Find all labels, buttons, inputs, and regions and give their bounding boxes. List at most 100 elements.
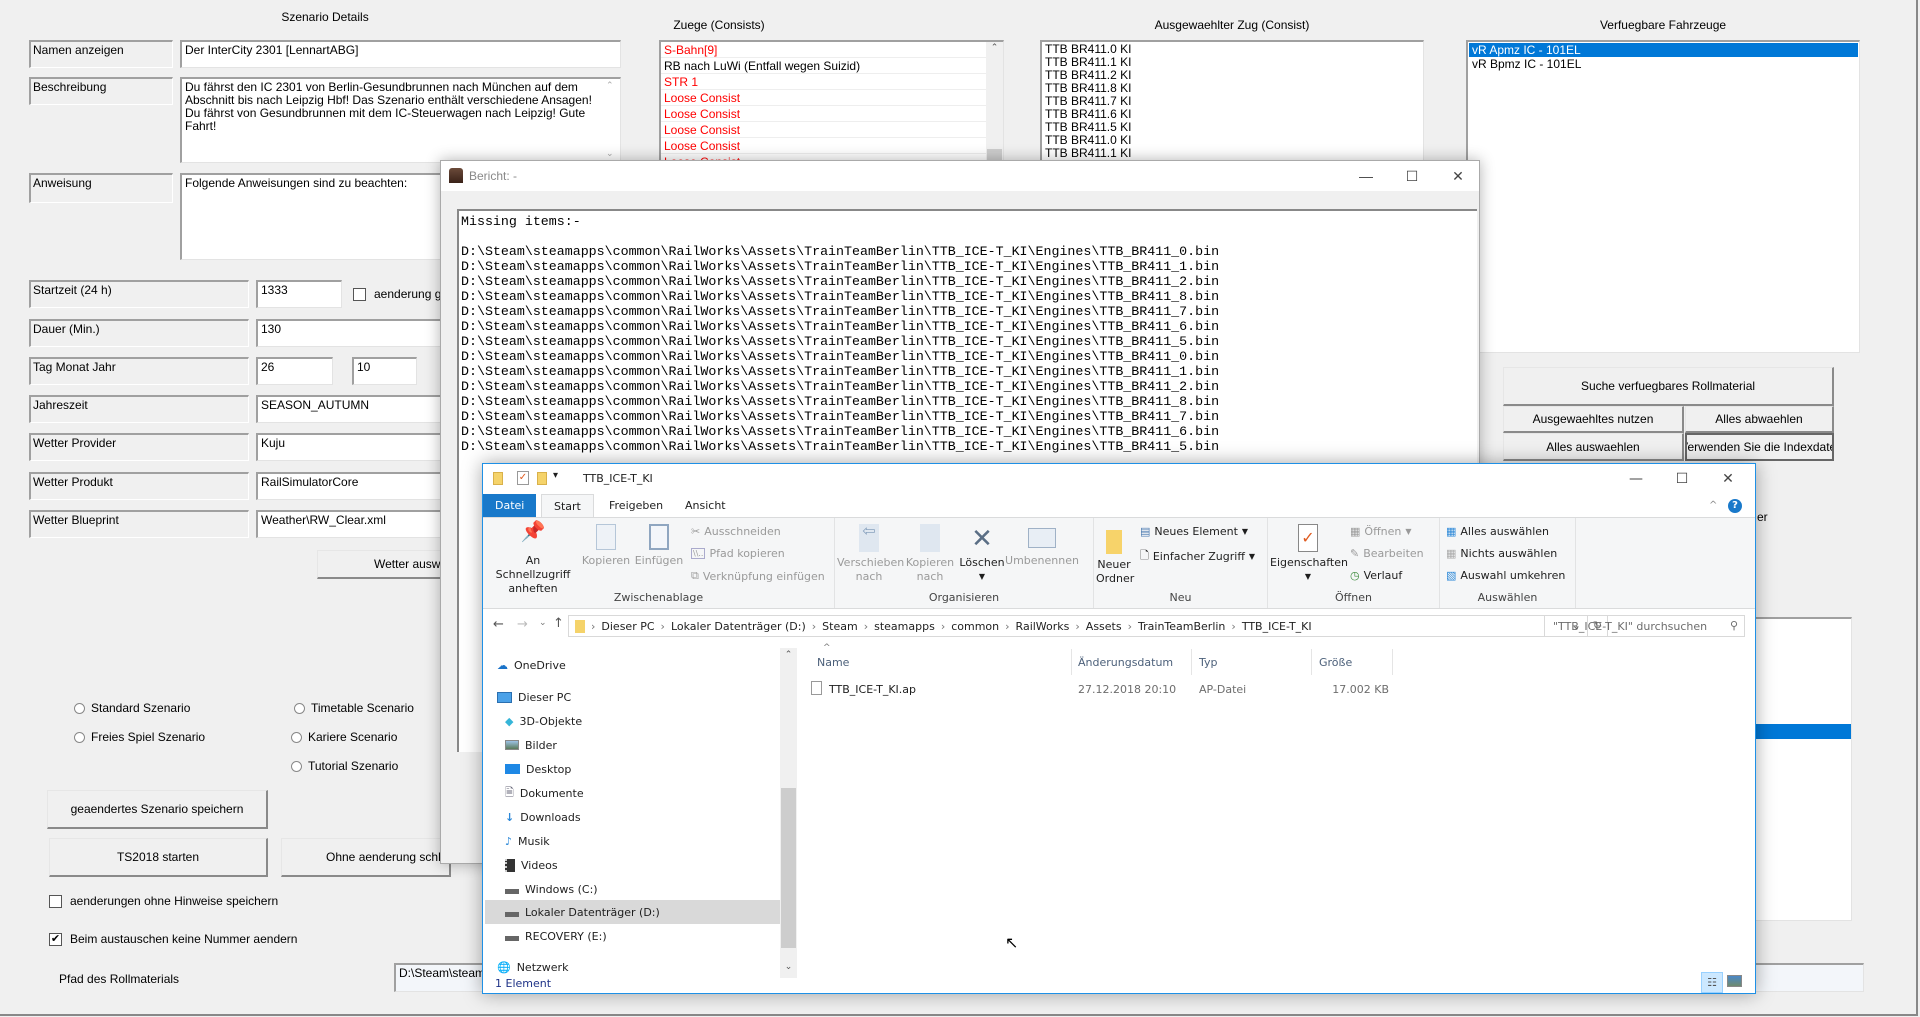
new-item-button[interactable]: ▤ Neues Element ▼: [1140, 525, 1248, 538]
cut-button[interactable]: ✂ Ausschneiden: [691, 525, 781, 538]
change-applies-checkbox[interactable]: aenderung gilt: [353, 287, 450, 301]
consist-item[interactable]: STR 1: [661, 74, 986, 90]
scroll-up-icon[interactable]: ⌃: [606, 80, 614, 91]
duration-input[interactable]: 130: [256, 319, 456, 347]
pin-quick-access-button[interactable]: 📌 An Schnellzugriff anheften: [487, 521, 579, 596]
collapse-ribbon-icon[interactable]: ^: [1709, 500, 1717, 511]
radio-free-roam-scenario[interactable]: Freies Spiel Szenario: [74, 730, 205, 744]
column-date[interactable]: Änderungsdatum: [1078, 656, 1173, 669]
lower-list[interactable]: [1750, 617, 1852, 921]
checkbox-box[interactable]: [49, 894, 62, 908]
help-icon[interactable]: ?: [1728, 499, 1742, 513]
minimize-icon[interactable]: —: [1343, 161, 1389, 191]
column-name[interactable]: Name: [817, 656, 849, 669]
checkmark-icon[interactable]: ✔: [49, 932, 62, 946]
day-input[interactable]: 26: [256, 357, 333, 385]
radio-standard-scenario[interactable]: Standard Szenario: [74, 701, 190, 715]
nav-videos[interactable]: Videos: [505, 854, 558, 876]
nav-downloads[interactable]: ↓ Downloads: [505, 806, 581, 828]
scroll-down-icon[interactable]: ⌄: [780, 962, 797, 972]
consist-item[interactable]: RB nach LuWi (Entfall wegen Suizid): [661, 58, 986, 74]
breadcrumb-item[interactable]: Dieser PC: [601, 620, 654, 633]
keep-numbers-checkbox[interactable]: ✔ Beim austauschen keine Nummer aendern: [49, 932, 297, 946]
select-all-button[interactable]: Alles auswaehlen: [1503, 433, 1684, 461]
scroll-up-icon[interactable]: ⌃: [986, 42, 1003, 53]
search-rolling-stock-button[interactable]: Suche verfuegbares Rollmaterial: [1503, 367, 1834, 406]
tab-datei[interactable]: Datei: [483, 494, 537, 517]
scroll-down-icon[interactable]: ⌄: [606, 148, 614, 159]
radio-circle[interactable]: [74, 702, 85, 714]
back-icon[interactable]: ←: [493, 617, 504, 632]
breadcrumb-item[interactable]: steamapps: [874, 620, 935, 633]
column-type[interactable]: Typ: [1199, 656, 1218, 669]
copy-button[interactable]: Kopieren: [579, 524, 633, 568]
available-vehicles-list[interactable]: vR Apmz IC - 101EL vR Bpmz IC - 101EL: [1466, 40, 1860, 353]
radio-tutorial-scenario[interactable]: Tutorial Szenario: [291, 759, 398, 773]
move-to-button[interactable]: ⇦ Verschieben nach: [837, 523, 904, 584]
scroll-up-icon[interactable]: ⌃: [780, 650, 797, 660]
selected-train-list[interactable]: TTB BR411.0 KI TTB BR411.1 KI TTB BR411.2 …: [1040, 40, 1424, 170]
tab-start[interactable]: Start: [541, 494, 594, 518]
close-icon[interactable]: ✕: [1705, 464, 1751, 494]
properties-button[interactable]: ✓ Eigenschaften ▼: [1270, 524, 1348, 584]
radio-circle[interactable]: [294, 702, 305, 714]
radio-circle[interactable]: [74, 731, 85, 743]
save-scenario-button[interactable]: geaendertes Szenario speichern: [47, 790, 268, 829]
select-none-button[interactable]: ▦ Nichts auswählen: [1446, 547, 1557, 560]
name-input[interactable]: Der InterCity 2301 [LennartABG]: [180, 40, 621, 68]
nav-pictures[interactable]: Bilder: [505, 734, 557, 756]
start-ts2018-button[interactable]: TS2018 starten: [49, 838, 268, 877]
invert-selection-button[interactable]: ▧ Auswahl umkehren: [1446, 569, 1565, 582]
consists-list[interactable]: S-Bahn[9] RB nach LuWi (Entfall wegen Sui…: [659, 40, 1004, 170]
month-input[interactable]: 10: [352, 357, 417, 385]
nav-desktop[interactable]: Desktop: [505, 758, 571, 780]
close-without-changes-button[interactable]: Ohne aenderung schlies: [281, 838, 451, 877]
breadcrumb-item[interactable]: Steam: [822, 620, 858, 633]
nav-drive-e[interactable]: RECOVERY (E:): [505, 925, 607, 947]
file-row[interactable]: TTB_ICE-T_KI.ap 27.12.2018 20:10 AP-Date…: [803, 678, 1403, 700]
search-input[interactable]: "TTB_ICE-T_KI" durchsuchen ⚲: [1544, 615, 1745, 637]
use-selected-button[interactable]: Ausgewaehltes nutzen: [1503, 406, 1684, 433]
new-folder-button[interactable]: Neuer Ordner: [1096, 524, 1134, 586]
tab-ansicht[interactable]: Ansicht: [673, 494, 738, 517]
explorer-titlebar[interactable]: ✓ ▾ TTB_ICE-T_KI — ☐ ✕: [483, 464, 1755, 494]
maximize-icon[interactable]: ☐: [1659, 464, 1705, 494]
breadcrumb-item[interactable]: Lokaler Datenträger (D:): [671, 620, 806, 633]
easy-access-button[interactable]: 🗋 Einfacher Zugriff ▼: [1140, 547, 1255, 566]
column-divider[interactable]: [1392, 649, 1393, 675]
consist-item[interactable]: Loose Consist: [661, 138, 986, 154]
consists-scrollbar[interactable]: ⌃: [986, 42, 1003, 169]
start-time-input[interactable]: 1333: [256, 280, 342, 308]
nav-this-pc[interactable]: Dieser PC: [497, 686, 571, 708]
paste-button[interactable]: Einfügen: [633, 524, 685, 568]
tab-freigeben[interactable]: Freigeben: [597, 494, 675, 517]
nav-3d-objects[interactable]: ◆ 3D-Objekte: [505, 710, 582, 732]
vehicle-item[interactable]: vR Bpmz IC - 101EL: [1469, 57, 1858, 71]
weather-blueprint-input[interactable]: Weather\RW_Clear.xml: [256, 510, 456, 538]
column-divider[interactable]: [1191, 649, 1192, 675]
paste-shortcut-button[interactable]: ⧉ Verknüpfung einfügen: [691, 569, 825, 583]
copy-path-button[interactable]: \\.. Pfad kopieren: [691, 547, 785, 560]
nav-scrollbar[interactable]: ⌃ ⌄: [780, 648, 797, 978]
consist-item[interactable]: Loose Consist: [661, 90, 986, 106]
column-divider[interactable]: [1311, 649, 1312, 675]
weather-provider-input[interactable]: Kuju: [256, 433, 456, 461]
column-size[interactable]: Größe: [1319, 656, 1352, 669]
description-textarea[interactable]: Du fährst den IC 2301 von Berlin-Gesundb…: [180, 77, 621, 163]
scrollbar-thumb[interactable]: [781, 788, 796, 948]
edit-button[interactable]: ✎ Bearbeiten: [1350, 547, 1424, 560]
consist-item[interactable]: Loose Consist: [661, 122, 986, 138]
nav-music[interactable]: ♪ Musik: [505, 830, 550, 852]
details-view-icon[interactable]: ☷: [1701, 972, 1723, 993]
delete-button[interactable]: ✕ Löschen ▼: [959, 524, 1005, 584]
breadcrumb-item[interactable]: RailWorks: [1016, 620, 1070, 633]
nav-drive-d[interactable]: Lokaler Datenträger (D:): [505, 901, 660, 923]
open-button[interactable]: ▦ Öffnen ▼: [1350, 525, 1412, 538]
train-vehicle-item[interactable]: TTB BR411.1 KI: [1042, 147, 1423, 160]
history-button[interactable]: ◷ Verlauf: [1350, 569, 1402, 582]
weather-product-input[interactable]: RailSimulatorCore: [256, 472, 456, 500]
radio-timetable-scenario[interactable]: Timetable Scenario: [294, 701, 414, 715]
nav-documents[interactable]: 🗎 Dokumente: [505, 782, 584, 804]
report-titlebar[interactable]: Bericht: - — ☐ ✕: [441, 161, 1479, 191]
column-divider[interactable]: [1071, 649, 1072, 675]
